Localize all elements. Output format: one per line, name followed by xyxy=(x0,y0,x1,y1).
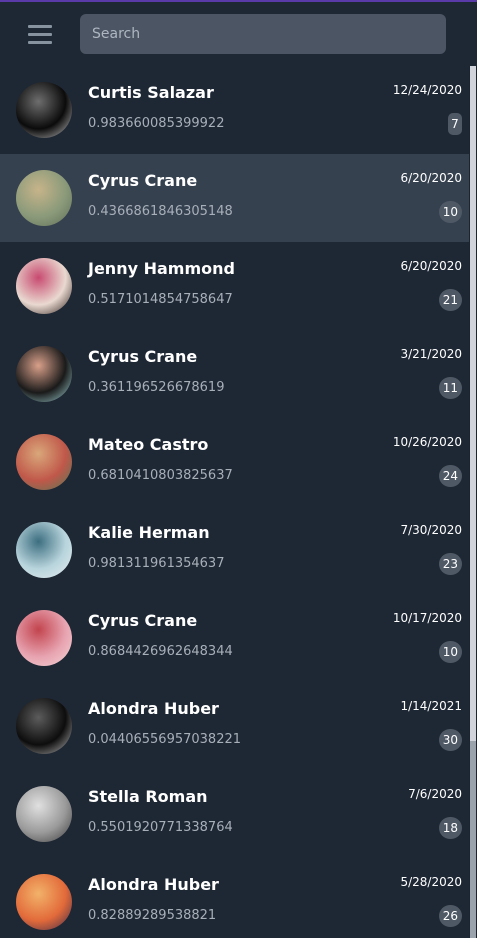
contact-date: 6/20/2020 xyxy=(400,259,462,273)
app-header xyxy=(0,2,477,66)
list-item[interactable]: Cyrus Crane 0.361196526678619 3/21/2020 … xyxy=(0,330,469,418)
contact-date: 10/26/2020 xyxy=(392,435,462,449)
contact-value: 0.983660085399922 xyxy=(88,116,225,131)
contact-value: 0.981311961354637 xyxy=(88,556,225,571)
menu-line xyxy=(28,25,52,28)
list-item[interactable]: Alondra Huber 0.04406556957038221 1/14/2… xyxy=(0,682,469,770)
contact-value: 0.8684426962648344 xyxy=(88,644,233,659)
unread-count-badge: 24 xyxy=(438,465,462,487)
avatar xyxy=(16,346,72,402)
contact-date: 12/24/2020 xyxy=(392,83,462,97)
avatar xyxy=(16,786,72,842)
unread-count-badge: 21 xyxy=(438,289,462,311)
contact-name: Cyrus Crane xyxy=(88,347,198,366)
contact-value: 0.82889289538821 xyxy=(88,908,217,923)
contact-value: 0.4366861846305148 xyxy=(88,204,233,219)
avatar xyxy=(16,698,72,754)
unread-count-badge: 30 xyxy=(438,729,462,751)
list-item[interactable]: Cyrus Crane 0.4366861846305148 6/20/2020… xyxy=(0,154,469,242)
avatar xyxy=(16,170,72,226)
list-item[interactable]: Cyrus Crane 0.8684426962648344 10/17/202… xyxy=(0,594,469,682)
contact-date: 10/17/2020 xyxy=(392,611,462,625)
contact-name: Cyrus Crane xyxy=(88,171,198,190)
contact-name: Kalie Herman xyxy=(88,523,210,542)
unread-count-badge: 26 xyxy=(438,905,462,927)
contact-name: Curtis Salazar xyxy=(88,83,214,102)
contact-name: Alondra Huber xyxy=(88,699,219,718)
scrollbar-track xyxy=(470,741,476,938)
list-item[interactable]: Mateo Castro 0.6810410803825637 10/26/20… xyxy=(0,418,469,506)
menu-line xyxy=(28,41,52,44)
unread-count-badge: 7 xyxy=(448,113,462,135)
unread-count-badge: 10 xyxy=(438,201,462,223)
contact-name: Mateo Castro xyxy=(88,435,209,454)
contact-date: 7/6/2020 xyxy=(408,787,462,801)
contact-date: 7/30/2020 xyxy=(400,523,462,537)
avatar xyxy=(16,82,72,138)
hamburger-menu-icon[interactable] xyxy=(28,22,52,46)
scrollbar-thumb[interactable] xyxy=(470,66,476,741)
unread-count-badge: 23 xyxy=(438,553,462,575)
contact-name: Jenny Hammond xyxy=(88,259,235,278)
avatar xyxy=(16,874,72,930)
contact-value: 0.6810410803825637 xyxy=(88,468,233,483)
contact-date: 3/21/2020 xyxy=(400,347,462,361)
unread-count-badge: 11 xyxy=(438,377,462,399)
avatar xyxy=(16,258,72,314)
list-item[interactable]: Alondra Huber 0.82889289538821 5/28/2020… xyxy=(0,858,469,938)
contact-date: 1/14/2021 xyxy=(400,699,462,713)
contact-list: Curtis Salazar 0.983660085399922 12/24/2… xyxy=(0,66,469,938)
unread-count-badge: 10 xyxy=(438,641,462,663)
contact-name: Alondra Huber xyxy=(88,875,219,894)
avatar xyxy=(16,522,72,578)
contact-date: 6/20/2020 xyxy=(400,171,462,185)
contact-value: 0.5171014854758647 xyxy=(88,292,233,307)
list-item[interactable]: Stella Roman 0.5501920771338764 7/6/2020… xyxy=(0,770,469,858)
unread-count-badge: 18 xyxy=(438,817,462,839)
contact-value: 0.361196526678619 xyxy=(88,380,225,395)
menu-line xyxy=(28,33,52,36)
list-scrollbar[interactable] xyxy=(469,66,477,938)
search-input[interactable] xyxy=(80,14,446,54)
contact-name: Stella Roman xyxy=(88,787,208,806)
list-item[interactable]: Curtis Salazar 0.983660085399922 12/24/2… xyxy=(0,66,469,154)
contact-value: 0.5501920771338764 xyxy=(88,820,233,835)
contact-value: 0.04406556957038221 xyxy=(88,732,242,747)
contact-date: 5/28/2020 xyxy=(400,875,462,889)
contact-name: Cyrus Crane xyxy=(88,611,198,630)
list-item[interactable]: Jenny Hammond 0.5171014854758647 6/20/20… xyxy=(0,242,469,330)
avatar xyxy=(16,434,72,490)
list-item[interactable]: Kalie Herman 0.981311961354637 7/30/2020… xyxy=(0,506,469,594)
avatar xyxy=(16,610,72,666)
